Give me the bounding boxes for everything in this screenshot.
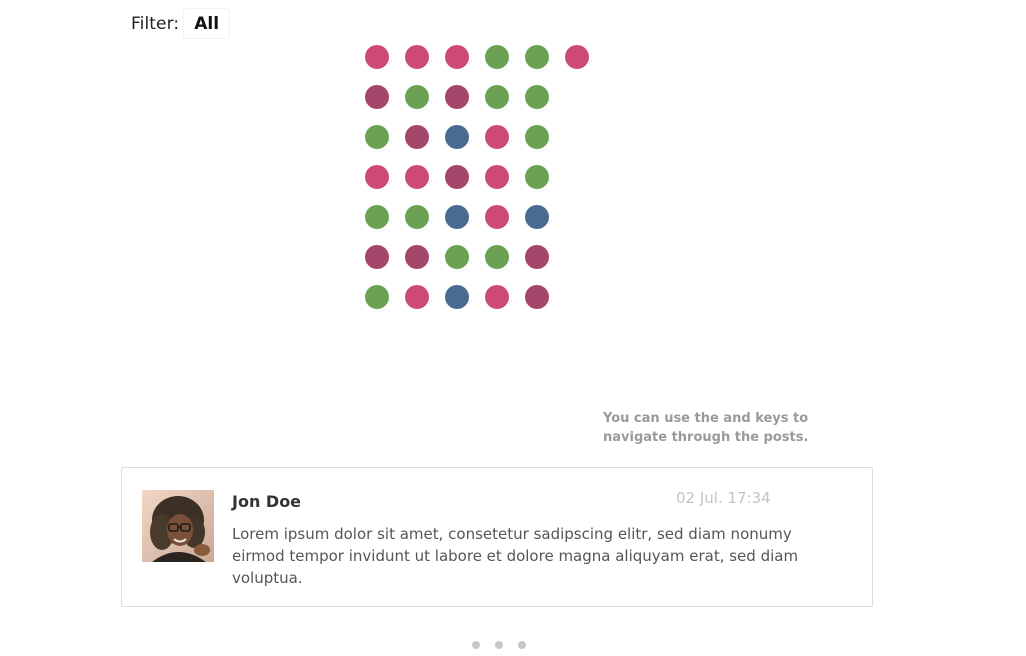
post-dot[interactable] [445,125,469,149]
post-dot[interactable] [485,285,509,309]
post-dot[interactable] [405,125,429,149]
post-dot[interactable] [365,45,389,69]
post-author: Jon Doe [232,492,302,511]
pagination-dot[interactable] [518,641,526,649]
post-dot[interactable] [485,125,509,149]
post-dot[interactable] [565,45,589,69]
post-dot[interactable] [405,45,429,69]
post-body: Lorem ipsum dolor sit amet, consetetur s… [232,525,799,587]
post-timestamp: 02 Jul. 17:34 [676,489,771,507]
post-dot[interactable] [485,245,509,269]
post-dot[interactable] [445,165,469,189]
post-dot[interactable] [405,165,429,189]
filter-dropdown[interactable]: All [183,8,231,39]
post-card: Jon Doe 02 Jul. 17:34 Lorem ipsum dolor … [121,467,873,607]
post-dot[interactable] [365,85,389,109]
post-dot[interactable] [365,205,389,229]
post-dot[interactable] [445,45,469,69]
pagination [472,641,532,649]
post-dot[interactable] [405,285,429,309]
post-dot[interactable] [525,45,549,69]
post-dot[interactable] [405,205,429,229]
post-dot[interactable] [485,205,509,229]
post-dot[interactable] [365,285,389,309]
pagination-dot[interactable] [472,641,480,649]
post-dot[interactable] [525,85,549,109]
avatar [142,490,214,562]
post-dot[interactable] [525,245,549,269]
post-dot[interactable] [445,85,469,109]
pagination-dot[interactable] [495,641,503,649]
keyboard-hint-line-1: You can use the and keys to [603,411,809,426]
post-dot[interactable] [405,245,429,269]
post-dot[interactable] [445,285,469,309]
keyboard-hint: You can use the and keys to navigate thr… [603,409,823,447]
post-dot[interactable] [365,125,389,149]
filter-label: Filter: [131,13,180,34]
post-dot[interactable] [525,165,549,189]
post-dot[interactable] [525,125,549,149]
post-dot[interactable] [445,245,469,269]
post-dot[interactable] [365,245,389,269]
post-dot[interactable] [485,85,509,109]
post-dot[interactable] [525,205,549,229]
avatar-photo [142,490,214,562]
post-dot[interactable] [365,165,389,189]
post-dot[interactable] [485,165,509,189]
post-dot[interactable] [485,45,509,69]
keyboard-hint-line-2: navigate through the posts. [603,430,809,445]
filter-bar: Filter: All [131,8,231,39]
post-dot[interactable] [405,85,429,109]
post-dot[interactable] [445,205,469,229]
post-dot-grid [365,45,615,310]
post-dot[interactable] [525,285,549,309]
